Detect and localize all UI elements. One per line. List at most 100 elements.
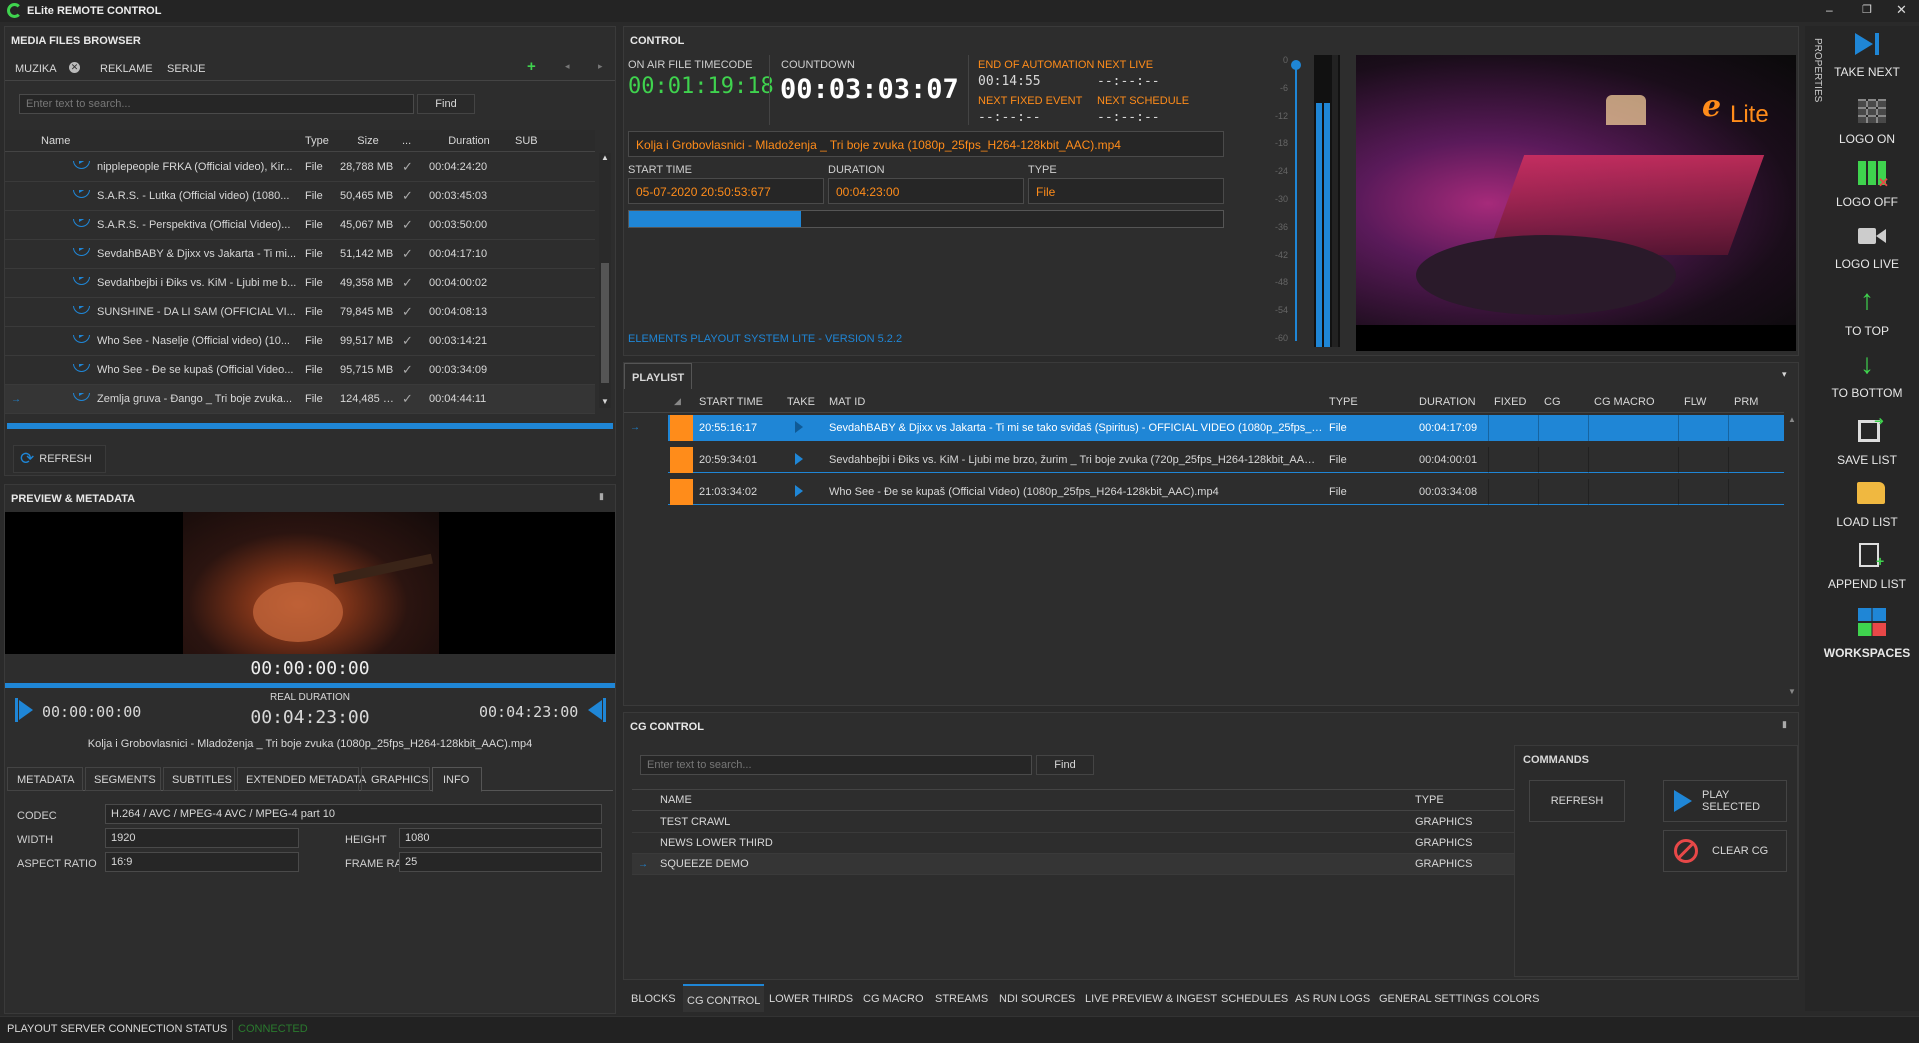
tab-graphics[interactable]: GRAPHICS (361, 767, 430, 791)
col-fixed[interactable]: FIXED (1488, 396, 1538, 408)
media-find-button[interactable]: Find (417, 94, 475, 114)
codec-field[interactable]: H.264 / AVC / MPEG-4 AVC / MPEG-4 part 1… (105, 804, 602, 824)
playlist-row[interactable]: → 20:55:16:17 SevdahBABY & Djixx vs Jakart… (624, 415, 1784, 441)
minimize-icon[interactable]: – (1826, 3, 1833, 17)
add-tab-icon[interactable]: + (527, 58, 536, 75)
cg-row[interactable]: TEST CRAWL GRAPHICS (632, 812, 1522, 833)
to-top-icon[interactable]: ↑ (1860, 286, 1874, 314)
media-row[interactable]: → Zemlja gruva - Đango _ Tri boje zvuka..… (5, 385, 595, 414)
playlist-row[interactable]: 20:59:34:01 Sevdahbejbi i Ðiks vs. KiM - … (624, 447, 1784, 473)
cg-row[interactable]: → SQUEEZE DEMO GRAPHICS (632, 854, 1522, 875)
tab-prev-icon[interactable]: ◂ (565, 61, 570, 72)
bottom-tab-general-settings[interactable]: GENERAL SETTINGS (1375, 984, 1493, 1012)
close-icon[interactable]: ✕ (1896, 2, 1907, 18)
preview-scrubber[interactable] (5, 683, 615, 688)
width-field[interactable]: 1920 (105, 828, 299, 848)
to-top-label[interactable]: TO TOP (1815, 324, 1919, 338)
media-scrollbar[interactable]: ▲ ▼ (599, 153, 611, 408)
save-list-label[interactable]: SAVE LIST (1815, 453, 1919, 467)
col-cg-macro[interactable]: CG MACRO (1588, 396, 1678, 408)
workspaces-label[interactable]: WORKSPACES (1815, 646, 1919, 660)
media-row[interactable]: nipplepeople FRKA (Official video), Kir.… (5, 153, 595, 182)
aspect-field[interactable]: 16:9 (105, 852, 299, 872)
media-row[interactable]: S.A.R.S. - Perspektiva (Official Video).… (5, 211, 595, 240)
col-more[interactable]: ... (396, 135, 423, 147)
to-bottom-icon[interactable]: ↓ (1860, 350, 1874, 378)
tab-segments[interactable]: SEGMENTS (85, 767, 161, 791)
media-search-input[interactable]: Enter text to search... (19, 94, 414, 114)
load-list-label[interactable]: LOAD LIST (1815, 515, 1919, 529)
cg-find-button[interactable]: Find (1036, 755, 1094, 775)
col-type[interactable]: Type (299, 135, 334, 147)
logo-off-label[interactable]: LOGO OFF (1815, 195, 1919, 209)
tab-subtitles[interactable]: SUBTITLES (163, 767, 235, 791)
bottom-tab-cg-control[interactable]: CG CONTROL (683, 984, 765, 1012)
cg-pin-icon[interactable]: ▮ (1782, 719, 1787, 730)
bottom-tab-live-preview-ingest[interactable]: LIVE PREVIEW & INGEST (1081, 984, 1221, 1012)
height-field[interactable]: 1080 (399, 828, 602, 848)
col-duration[interactable]: Duration (423, 135, 509, 147)
to-bottom-label[interactable]: TO BOTTOM (1815, 386, 1919, 400)
logo-live-label[interactable]: LOGO LIVE (1815, 257, 1919, 271)
take-next-label[interactable]: TAKE NEXT (1815, 65, 1919, 79)
col-name[interactable]: Name (35, 135, 299, 147)
col-mat-id[interactable]: MAT ID (823, 396, 1323, 408)
take-play-icon[interactable] (781, 420, 823, 436)
col-prm[interactable]: PRM (1728, 396, 1778, 408)
tab-metadata[interactable]: METADATA (7, 767, 83, 791)
col-start-time[interactable]: START TIME (693, 396, 781, 408)
media-row[interactable]: SevdahBABY & Djixx vs Jakarta - Ti mi...… (5, 240, 595, 269)
cg-col-type[interactable]: TYPE (1409, 794, 1509, 806)
bottom-tab-lower-thirds[interactable]: LOWER THIRDS (765, 984, 857, 1012)
tab-serije[interactable]: SERIJE (167, 63, 206, 75)
col-duration[interactable]: DURATION (1413, 396, 1488, 408)
playlist-dropdown-icon[interactable]: ▾ (1782, 369, 1787, 380)
bottom-tab-cg-macro[interactable]: CG MACRO (859, 984, 928, 1012)
cg-refresh-button[interactable]: REFRESH (1529, 780, 1625, 822)
take-play-icon[interactable] (781, 484, 823, 500)
mark-out-icon[interactable] (588, 698, 608, 722)
tab-info[interactable]: INFO (432, 767, 482, 792)
bottom-tab-colors[interactable]: COLORS (1489, 984, 1543, 1012)
cg-search-input[interactable]: Enter text to search... (640, 755, 1032, 775)
load-list-icon[interactable] (1857, 482, 1885, 504)
tab-reklame[interactable]: REKLAME (100, 63, 153, 75)
bottom-tab-schedules[interactable]: SCHEDULES (1217, 984, 1292, 1012)
col-size[interactable]: Size (334, 135, 396, 147)
bottom-tab-blocks[interactable]: BLOCKS (627, 984, 680, 1012)
framerate-field[interactable]: 25 (399, 852, 602, 872)
playlist-tab[interactable]: PLAYLIST (624, 363, 692, 389)
play-selected-button[interactable]: PLAY SELECTED (1663, 780, 1787, 822)
media-row[interactable]: Who See - Đe se kupaš (Official Video...… (5, 356, 595, 385)
bottom-tab-streams[interactable]: STREAMS (931, 984, 992, 1012)
append-list-label[interactable]: APPEND LIST (1815, 577, 1919, 591)
playlist-scrollbar[interactable]: ▲ ▼ (1786, 415, 1798, 700)
pin-icon[interactable]: ▮ (599, 491, 604, 502)
col-take[interactable]: TAKE (781, 396, 823, 408)
col-flw[interactable]: FLW (1678, 396, 1728, 408)
logo-live-icon[interactable] (1858, 226, 1886, 246)
bottom-tab-ndi-sources[interactable]: NDI SOURCES (995, 984, 1079, 1012)
col-cg[interactable]: CG (1538, 396, 1588, 408)
take-next-icon[interactable] (1855, 33, 1881, 55)
tab-extended-metadata[interactable]: EXTENDED METADATA (237, 767, 366, 791)
tab-muzika[interactable]: MUZIKA (15, 63, 57, 75)
media-row[interactable]: Who See - Naselje (Official video) (10..… (5, 327, 595, 356)
media-row[interactable]: S.A.R.S. - Lutka (Official video) (1080.… (5, 182, 595, 211)
cg-col-name[interactable]: NAME (654, 794, 1409, 806)
logo-on-label[interactable]: LOGO ON (1815, 132, 1919, 146)
tab-next-icon[interactable]: ▸ (598, 61, 603, 72)
bottom-tab-as-run-logs[interactable]: AS RUN LOGS (1291, 984, 1374, 1012)
tab-close-icon[interactable]: ✕ (69, 62, 80, 73)
col-type[interactable]: TYPE (1323, 396, 1413, 408)
workspaces-icon[interactable] (1858, 608, 1886, 636)
playlist-row[interactable]: 21:03:34:02 Who See - Đe se kupaš (Offici… (624, 479, 1784, 505)
audio-meter-slider[interactable] (1291, 60, 1301, 341)
restore-icon[interactable]: ❐ (1862, 3, 1872, 16)
col-sub[interactable]: SUB (509, 135, 559, 147)
take-play-icon[interactable] (781, 452, 823, 468)
clear-cg-button[interactable]: CLEAR CG (1663, 830, 1787, 872)
media-row[interactable]: SUNSHINE - DA LI SAM (OFFICIAL VI... File… (5, 298, 595, 327)
logo-on-icon[interactable] (1858, 99, 1886, 123)
sort-icon[interactable]: ◢ (668, 396, 693, 407)
